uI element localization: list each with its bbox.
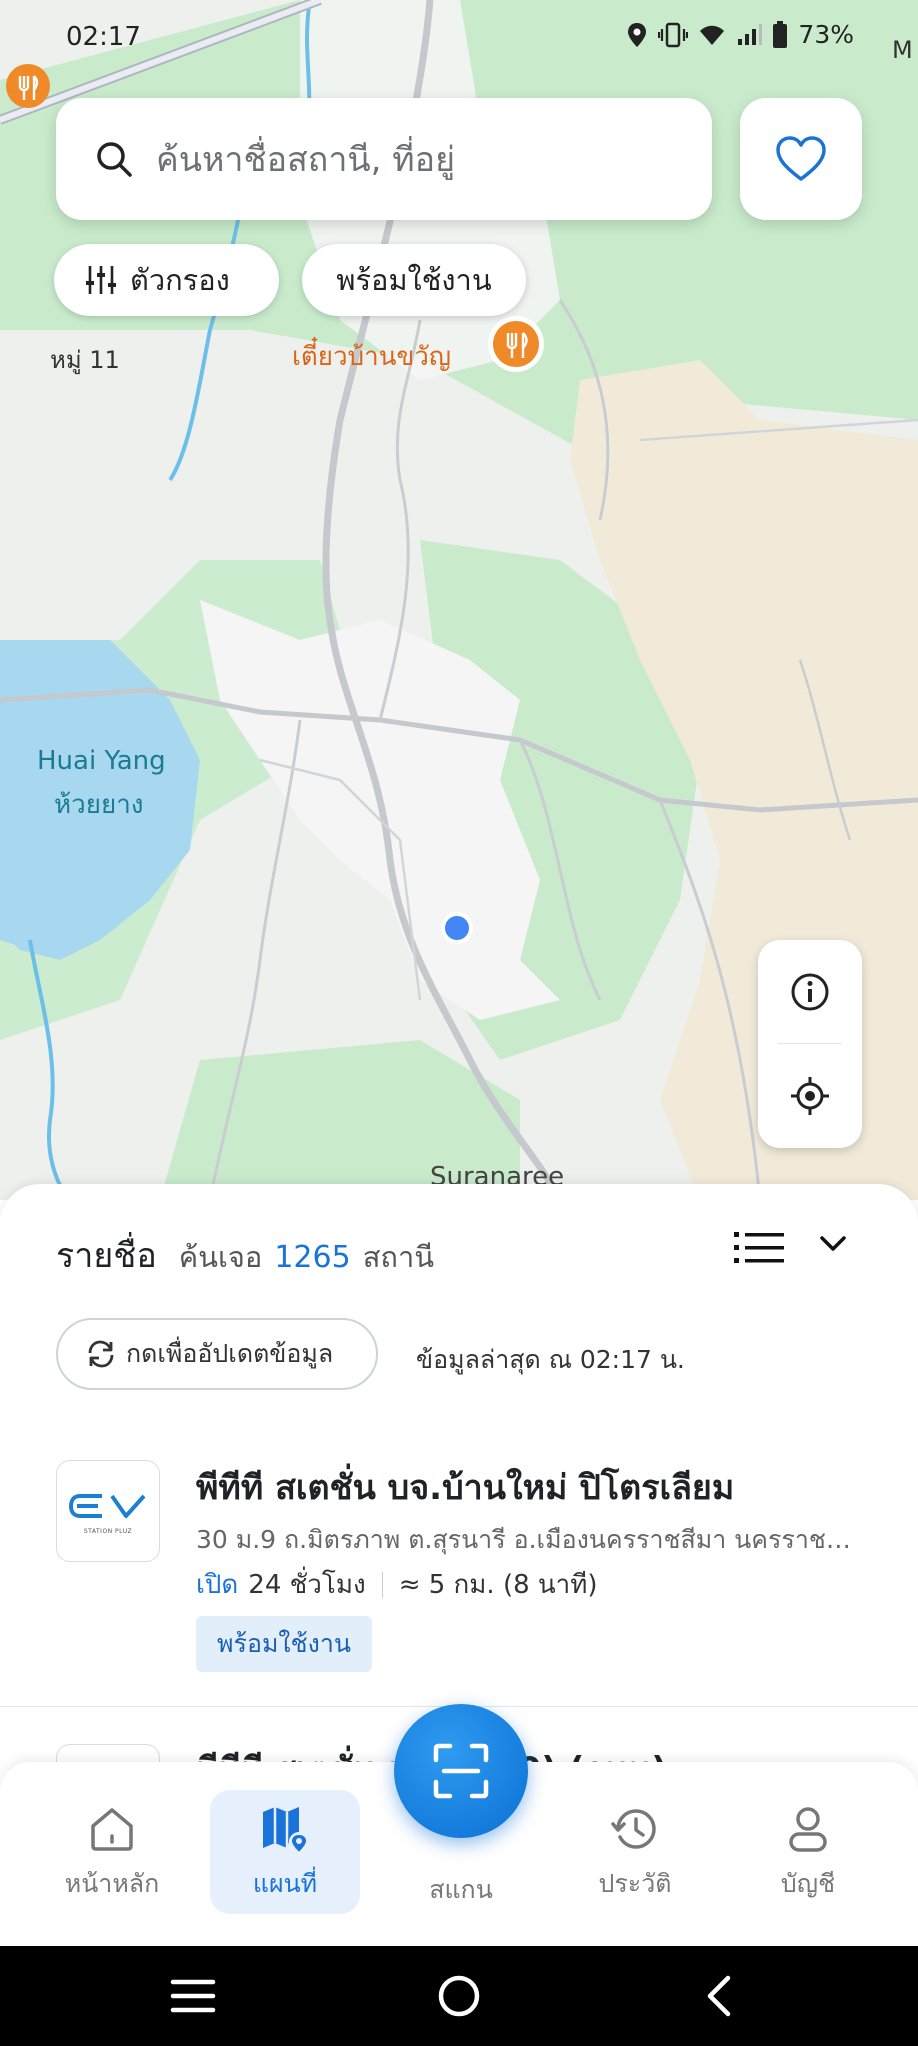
status-icons: 73% <box>626 20 854 49</box>
circle-home-icon <box>438 1975 480 2017</box>
nav-home-label: หน้าหลัก <box>64 1869 160 1898</box>
chevron-left-icon <box>707 1975 731 2017</box>
history-icon <box>611 1809 656 1849</box>
station-address: 30 ม.9 ถ.มิตรภาพ ต.สุรนารี อ.เมืองนครราช… <box>196 1525 866 1554</box>
filter-sliders-icon <box>86 266 116 294</box>
nav-history[interactable]: ประวัติ <box>560 1790 710 1914</box>
back-system-button[interactable] <box>704 1974 734 2022</box>
ev-logo-icon <box>68 1493 146 1518</box>
restaurant-label[interactable]: เตี๋ยวบ้านขวัญ <box>292 336 451 377</box>
lake-label-en: Huai Yang <box>37 746 166 776</box>
list-title: รายชื่อ <box>56 1236 157 1276</box>
status-bar: 02:17 73% <box>0 0 918 78</box>
map-info-button[interactable] <box>758 940 862 1044</box>
search-input[interactable]: ค้นหาชื่อสถานี, ที่อยู่ <box>156 132 455 186</box>
menu-lines-icon <box>170 1979 216 2013</box>
battery-level: 73% <box>798 20 854 49</box>
status-time: 02:17 <box>66 22 141 52</box>
found-unit: สถานี <box>362 1240 435 1274</box>
nav-account-label: บัญชี <box>780 1869 836 1898</box>
station-logo-subtext: STATION PLUZ <box>83 1527 133 1535</box>
crosshair-icon <box>791 1077 829 1115</box>
list-icon <box>734 1232 784 1263</box>
vibrate-icon <box>658 22 689 47</box>
recent-apps-button[interactable] <box>170 1978 216 2018</box>
wifi-icon <box>700 25 725 45</box>
system-navigation-bar <box>0 1946 918 2046</box>
available-chip[interactable]: พร้อมใช้งาน <box>302 244 526 316</box>
station-list-item[interactable]: STATION PLUZ พีทีที สเตชั่น บจ.บ้านใหม่ … <box>0 1436 918 1706</box>
nav-scan-label[interactable]: สแกน <box>396 1870 526 1910</box>
station-logo: STATION PLUZ <box>56 1460 160 1562</box>
available-chip-label: พร้อมใช้งาน <box>336 263 492 297</box>
hours-divider <box>381 1571 383 1598</box>
status-badge: พร้อมใช้งาน <box>196 1616 372 1672</box>
nav-map[interactable]: แผนที่ <box>210 1790 360 1914</box>
my-location-button[interactable] <box>758 1044 862 1148</box>
found-count: 1265 <box>274 1240 351 1275</box>
list-header: รายชื่อ ค้นเจอ 1265 สถานี <box>56 1228 434 1282</box>
heart-icon <box>776 136 826 181</box>
scan-qr-icon <box>433 1743 489 1799</box>
refresh-icon <box>88 1340 114 1368</box>
chevron-down-icon <box>820 1236 846 1251</box>
info-icon <box>791 973 829 1011</box>
battery-icon <box>773 20 788 48</box>
map-controls <box>758 940 862 1148</box>
nav-map-label: แผนที่ <box>252 1869 318 1898</box>
list-view-toggle[interactable] <box>734 1230 786 1270</box>
favorites-button[interactable] <box>740 98 862 220</box>
filter-chip-label: ตัวกรอง <box>130 263 230 297</box>
search-bar[interactable]: ค้นหาชื่อสถานี, ที่อยู่ <box>56 98 712 220</box>
home-system-button[interactable] <box>437 1974 481 2022</box>
open-status: เปิด <box>196 1570 239 1600</box>
lake-label-th: ห้วยยาง <box>54 790 144 820</box>
opening-hours: 24 ชั่วโมง <box>248 1570 366 1600</box>
location-status-icon <box>628 22 647 47</box>
signal-icon <box>738 23 763 45</box>
last-updated: ข้อมูลล่าสุด ณ 02:17 น. <box>416 1345 685 1374</box>
home-icon <box>91 1808 133 1851</box>
nav-account[interactable]: บัญชี <box>733 1790 883 1914</box>
search-icon <box>97 142 132 177</box>
station-distance: ≈ 5 กม. (8 นาที) <box>398 1570 598 1600</box>
village-label: หมู่ 11 <box>50 346 120 374</box>
station-name: พีทีที สเตชั่น บจ.บ้านใหม่ ปิโตรเลียม <box>196 1468 735 1508</box>
restaurant-marker-2 <box>488 316 544 372</box>
found-prefix: ค้นเจอ <box>178 1240 263 1274</box>
nav-history-label: ประวัติ <box>598 1869 672 1898</box>
scan-button[interactable] <box>394 1704 528 1838</box>
nav-home[interactable]: หน้าหลัก <box>37 1790 187 1914</box>
map-icon <box>263 1807 309 1854</box>
filter-chip[interactable]: ตัวกรอง <box>54 244 279 316</box>
map-view[interactable]: หมู่ 11 เตี๋ยวบ้านขวัญ Huai Yang ห้วยยาง… <box>0 0 918 1200</box>
refresh-button[interactable]: กดเพื่ออัปเดตข้อมูล <box>56 1318 378 1390</box>
refresh-label: กดเพื่ออัปเดตข้อมูล <box>126 1339 334 1368</box>
user-icon <box>789 1807 827 1852</box>
collapse-sheet-button[interactable] <box>818 1234 848 1258</box>
station-hours: เปิด 24 ชั่วโมง ≈ 5 กม. (8 นาที) <box>196 1564 598 1605</box>
